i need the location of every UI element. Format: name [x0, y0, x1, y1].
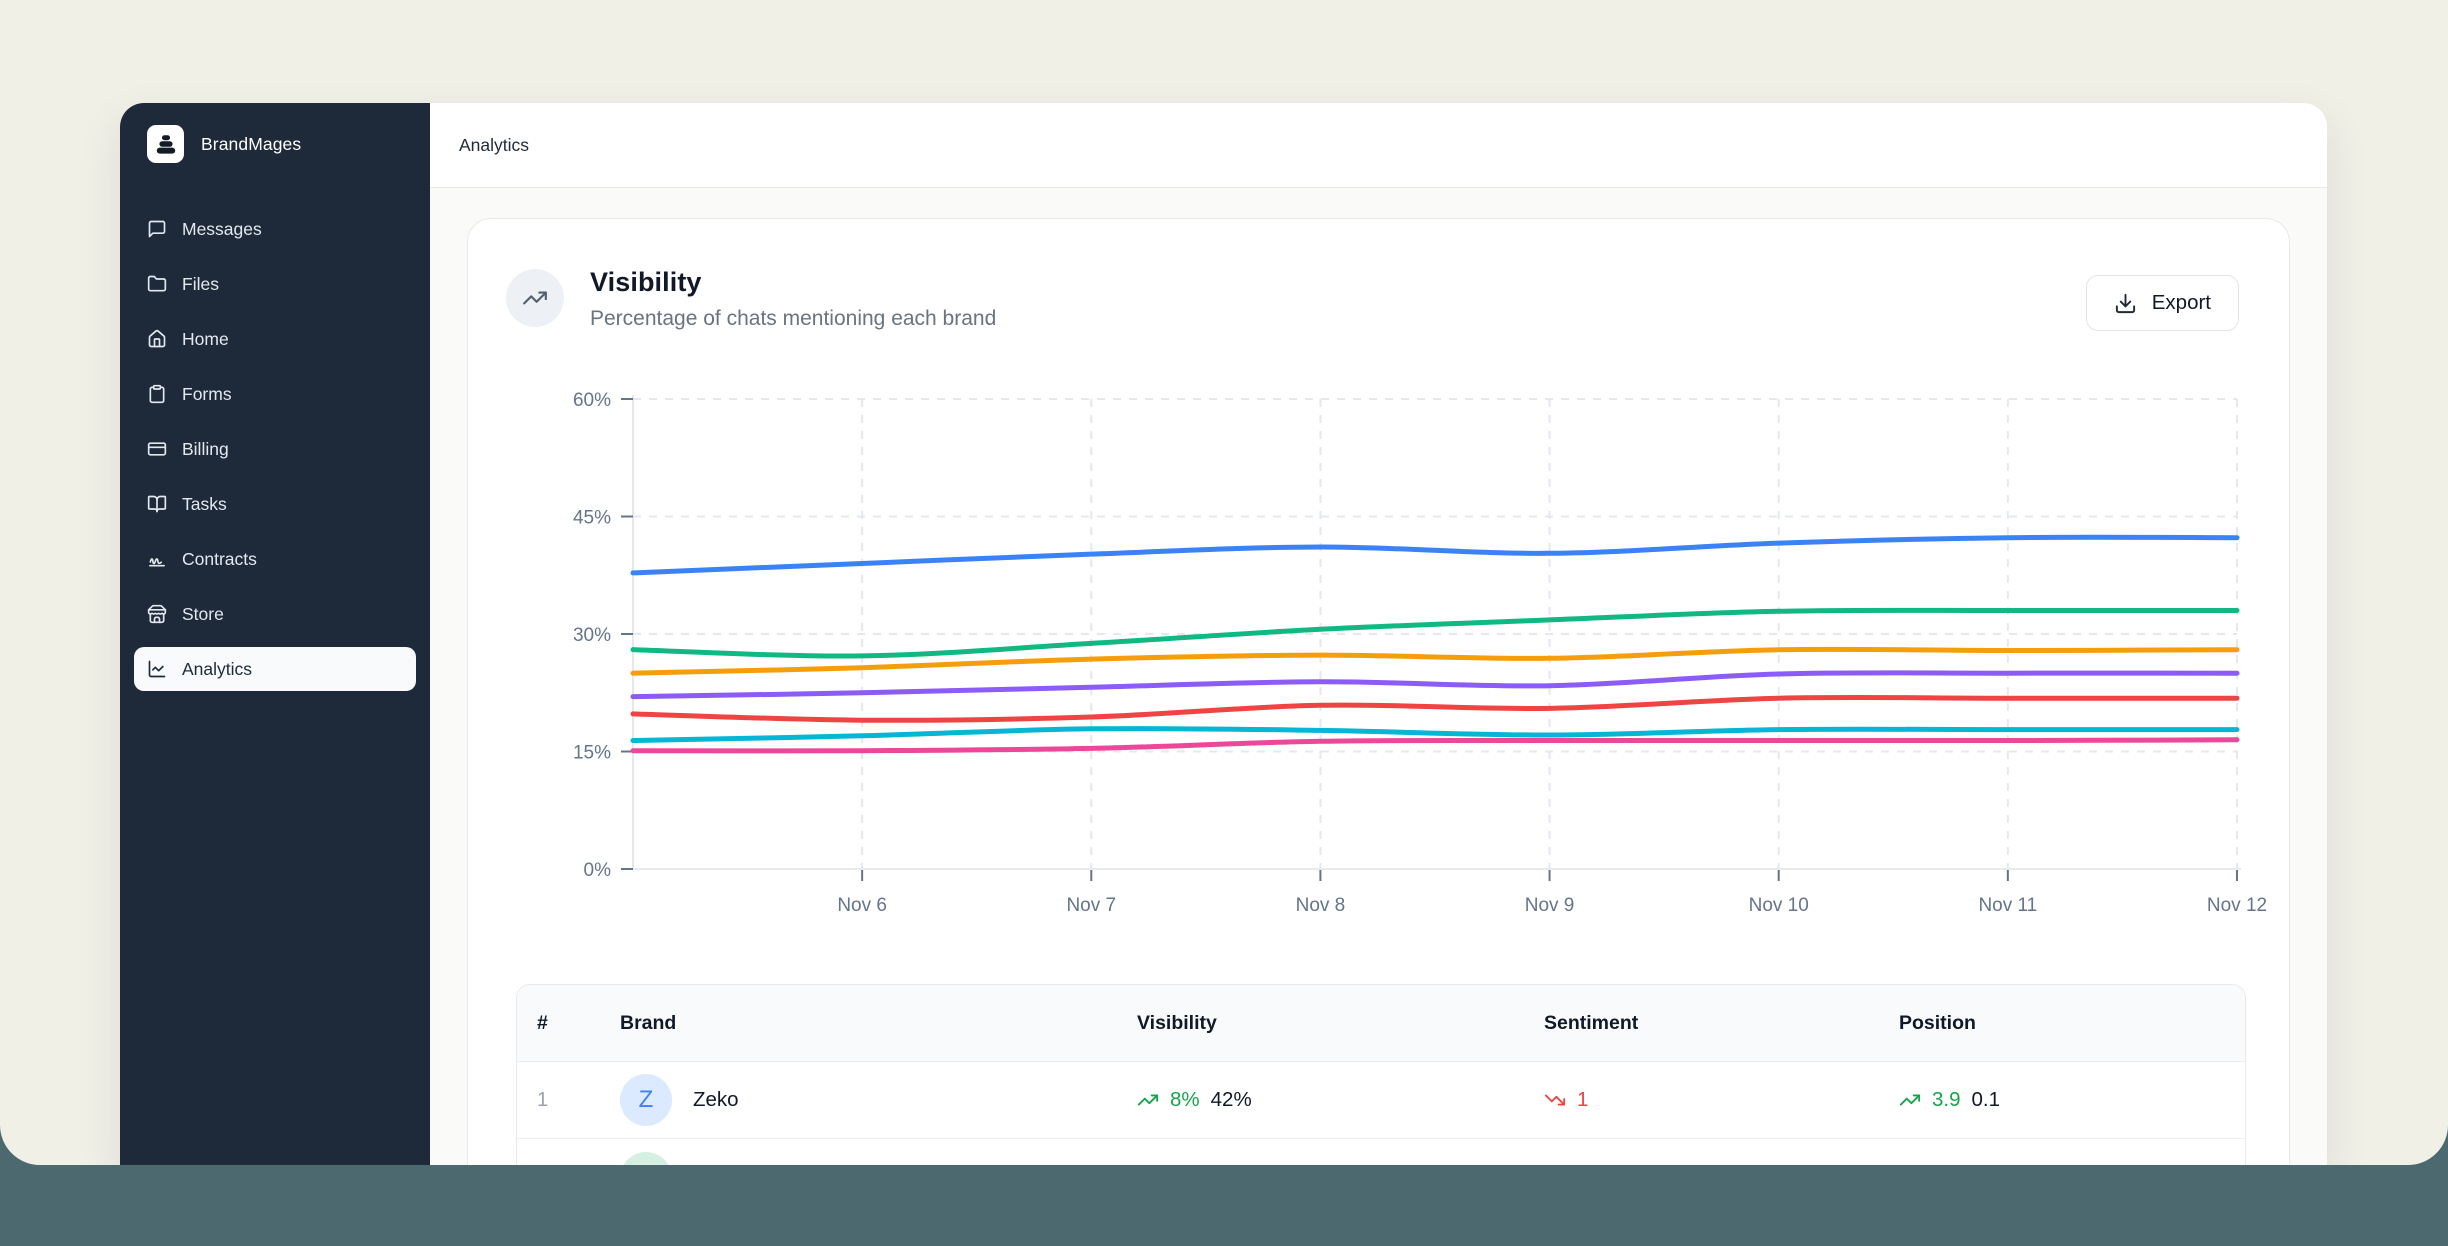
table-row[interactable]: 1 Z Zeko 8% 42% — [517, 1062, 2245, 1139]
svg-text:15%: 15% — [573, 743, 611, 764]
avatar — [620, 1152, 672, 1165]
svg-text:Nov 10: Nov 10 — [1749, 895, 1809, 916]
store-icon — [147, 604, 167, 624]
desktop-background: BrandMages Messages Files Home Forms Billing… — [0, 0, 2448, 1165]
sidebar-item-label: Billing — [182, 439, 229, 460]
page-title: Analytics — [459, 135, 529, 156]
trending-up-icon — [506, 269, 564, 327]
svg-text:0%: 0% — [584, 860, 612, 881]
column-brand: Brand — [620, 1012, 1137, 1035]
content-area: Visibility Percentage of chats mentionin… — [430, 188, 2327, 1165]
sidebar: BrandMages Messages Files Home Forms Billing… — [120, 103, 430, 1165]
background-strip — [0, 1165, 2448, 1246]
sidebar-item-forms[interactable]: Forms — [134, 372, 416, 416]
export-label: Export — [2152, 291, 2211, 315]
main-area: Analytics Visibility Percentage of chats… — [430, 103, 2327, 1165]
svg-text:Nov 9: Nov 9 — [1525, 895, 1575, 916]
brand-cell: Z Zeko — [620, 1074, 1137, 1126]
export-button[interactable]: Export — [2086, 275, 2239, 331]
sidebar-nav: Messages Files Home Forms Billing Tasks Contra… — [120, 207, 430, 691]
topbar: Analytics — [430, 103, 2327, 188]
sidebar-item-label: Forms — [182, 384, 232, 405]
card-titles: Visibility Percentage of chats mentionin… — [590, 267, 996, 331]
position-cell: 3.9 0.1 — [1899, 1088, 2245, 1112]
chart-line-icon — [147, 659, 167, 679]
sidebar-item-label: Messages — [182, 219, 262, 240]
visibility-value: 42% — [1211, 1088, 1252, 1112]
sidebar-item-label: Analytics — [182, 659, 252, 680]
line-series-1-blue — [633, 537, 2237, 573]
sidebar-item-billing[interactable]: Billing — [134, 427, 416, 471]
visibility-cell: 8% 42% — [1137, 1088, 1544, 1112]
visibility-card: Visibility Percentage of chats mentionin… — [467, 218, 2290, 1165]
app-window: BrandMages Messages Files Home Forms Billing… — [120, 103, 2327, 1165]
sidebar-item-label: Contracts — [182, 549, 257, 570]
svg-text:Nov 8: Nov 8 — [1296, 895, 1346, 916]
download-icon — [2114, 292, 2137, 315]
svg-text:30%: 30% — [573, 625, 611, 646]
visibility-change: 8% — [1170, 1088, 1200, 1112]
sentiment-cell: 1 — [1544, 1088, 1899, 1112]
sidebar-item-files[interactable]: Files — [134, 262, 416, 306]
brand-name: BrandMages — [201, 134, 301, 155]
trend-down-icon — [1544, 1089, 1566, 1111]
home-icon — [147, 329, 167, 349]
position-value: 0.1 — [1972, 1088, 2001, 1112]
visibility-line-chart: Nov 6 Nov 7 Nov 8 Nov 9 Nov 10 Nov 11 Nov 12 0%… — [551, 381, 2301, 941]
card-header: Visibility Percentage of chats mentionin… — [468, 219, 2289, 331]
table-header-row: # Brand Visibility Sentiment Position — [517, 985, 2245, 1062]
table-row-partial[interactable] — [517, 1139, 2245, 1165]
credit-card-icon — [147, 439, 167, 459]
sidebar-item-label: Tasks — [182, 494, 227, 515]
brand-table: # Brand Visibility Sentiment Position 1 … — [516, 984, 2246, 1165]
column-visibility: Visibility — [1137, 1012, 1544, 1035]
line-series-5-red — [633, 697, 2237, 720]
svg-text:60%: 60% — [573, 390, 611, 411]
column-sentiment: Sentiment — [1544, 1012, 1899, 1035]
svg-text:45%: 45% — [573, 508, 611, 529]
trend-up-icon — [1899, 1089, 1921, 1111]
svg-text:Nov 6: Nov 6 — [837, 895, 887, 916]
signature-icon — [147, 549, 167, 569]
sidebar-item-analytics[interactable]: Analytics — [134, 647, 416, 691]
position-change: 3.9 — [1932, 1088, 1961, 1112]
rank-value: 1 — [517, 1089, 620, 1112]
brand-logo: BrandMages — [120, 103, 430, 163]
svg-text:Nov 12: Nov 12 — [2207, 895, 2267, 916]
line-series-4-purple — [633, 673, 2237, 697]
sidebar-item-tasks[interactable]: Tasks — [134, 482, 416, 526]
book-open-icon — [147, 494, 167, 514]
sidebar-item-contracts[interactable]: Contracts — [134, 537, 416, 581]
sidebar-item-messages[interactable]: Messages — [134, 207, 416, 251]
sidebar-item-label: Store — [182, 604, 224, 625]
card-title: Visibility — [590, 267, 996, 298]
folder-icon — [147, 274, 167, 294]
svg-text:Nov 7: Nov 7 — [1066, 895, 1116, 916]
line-series-3-orange — [633, 649, 2237, 673]
brand-name-value: Zeko — [693, 1088, 739, 1112]
trend-up-icon — [1137, 1089, 1159, 1111]
column-position: Position — [1899, 1012, 2245, 1035]
sidebar-item-home[interactable]: Home — [134, 317, 416, 361]
avatar: Z — [620, 1074, 672, 1126]
sidebar-item-label: Files — [182, 274, 219, 295]
sidebar-item-store[interactable]: Store — [134, 592, 416, 636]
line-series-7-pink — [633, 740, 2237, 751]
brand-logo-icon — [147, 125, 184, 163]
clipboard-icon — [147, 384, 167, 404]
sidebar-item-label: Home — [182, 329, 229, 350]
message-square-icon — [147, 219, 167, 239]
card-subtitle: Percentage of chats mentioning each bran… — [590, 307, 996, 331]
column-rank: # — [517, 1012, 620, 1035]
sentiment-value: 1 — [1577, 1088, 1588, 1112]
svg-text:Nov 11: Nov 11 — [1978, 895, 2037, 916]
